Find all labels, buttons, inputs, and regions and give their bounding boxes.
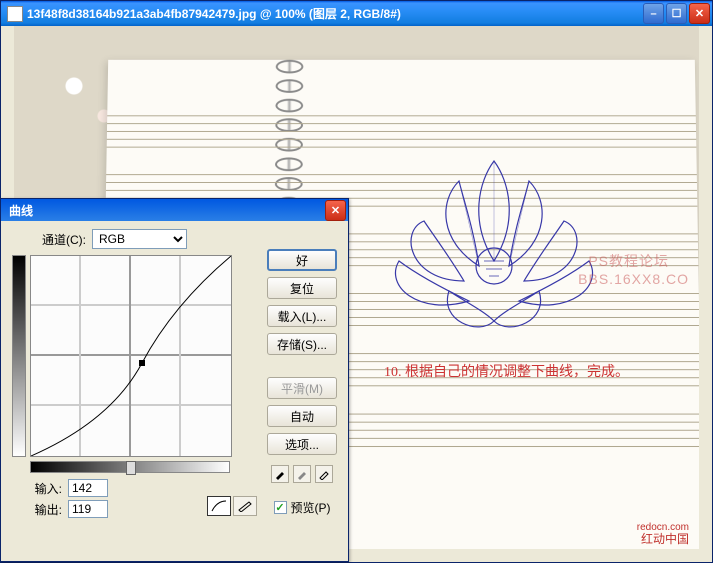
channel-label: 通道(C): — [42, 231, 86, 248]
step-annotation: 10. 根据自己的情况调整下曲线，完成。 — [384, 361, 629, 381]
curves-titlebar[interactable]: 曲线 ✕ — [1, 199, 348, 221]
watermark-line1: PS教程论坛 — [588, 251, 669, 271]
input-label: 输入: — [30, 480, 62, 497]
button-column: 好 复位 载入(L)... 存储(S)... 平滑(M) 自动 选项... ✓ … — [267, 249, 337, 516]
horizontal-gradient[interactable] — [30, 461, 230, 473]
reset-button[interactable]: 复位 — [267, 277, 337, 299]
smooth-button: 平滑(M) — [267, 377, 337, 399]
ok-button[interactable]: 好 — [267, 249, 337, 271]
black-eyedropper-button[interactable] — [271, 465, 289, 483]
vertical-gradient — [12, 255, 26, 457]
curve-tool-toggle — [207, 496, 257, 516]
curve-line — [31, 256, 231, 456]
lotus-flower-art — [369, 121, 619, 351]
document-icon — [7, 6, 23, 22]
curves-close-button[interactable]: ✕ — [325, 200, 346, 221]
minimize-button[interactable]: – — [643, 3, 664, 24]
auto-button[interactable]: 自动 — [267, 405, 337, 427]
gradient-handle-icon[interactable] — [126, 461, 136, 475]
load-button[interactable]: 载入(L)... — [267, 305, 337, 327]
curves-body: 通道(C): RGB 输入: 输出: — [4, 221, 345, 558]
channel-row: 通道(C): RGB — [12, 229, 337, 249]
eyedropper-icon — [318, 468, 330, 480]
document-titlebar[interactable]: 13f48f8d38164b921a3ab4fb87942479.jpg @ 1… — [1, 1, 712, 26]
preview-label: 预览(P) — [291, 499, 331, 516]
options-button[interactable]: 选项... — [267, 433, 337, 455]
curves-dialog: 曲线 ✕ 通道(C): RGB 输入: — [0, 198, 349, 562]
eyedropper-icon — [274, 468, 286, 480]
eyedropper-row — [267, 465, 337, 483]
eyedropper-icon — [296, 468, 308, 480]
curve-tool-button[interactable] — [207, 496, 231, 516]
maximize-button[interactable]: ☐ — [666, 3, 687, 24]
curve-icon — [211, 500, 227, 512]
pencil-tool-button[interactable] — [233, 496, 257, 516]
gray-eyedropper-button[interactable] — [293, 465, 311, 483]
pencil-icon — [237, 500, 253, 512]
save-button[interactable]: 存储(S)... — [267, 333, 337, 355]
redocn-brand: 红动中国 — [641, 530, 689, 547]
output-label: 输出: — [30, 501, 62, 518]
white-eyedropper-button[interactable] — [315, 465, 333, 483]
curve-graph[interactable] — [30, 255, 232, 457]
input-field[interactable] — [68, 479, 108, 497]
preview-checkbox[interactable]: ✓ — [274, 501, 287, 514]
curve-point-icon — [139, 360, 145, 366]
watermark-line2: BBS.16XX8.CO — [578, 271, 689, 287]
channel-select[interactable]: RGB — [92, 229, 187, 249]
document-title: 13f48f8d38164b921a3ab4fb87942479.jpg @ 1… — [27, 5, 641, 22]
preview-row: ✓ 预览(P) — [267, 499, 337, 516]
curves-title: 曲线 — [9, 202, 323, 219]
output-field[interactable] — [68, 500, 108, 518]
close-button[interactable]: ✕ — [689, 3, 710, 24]
